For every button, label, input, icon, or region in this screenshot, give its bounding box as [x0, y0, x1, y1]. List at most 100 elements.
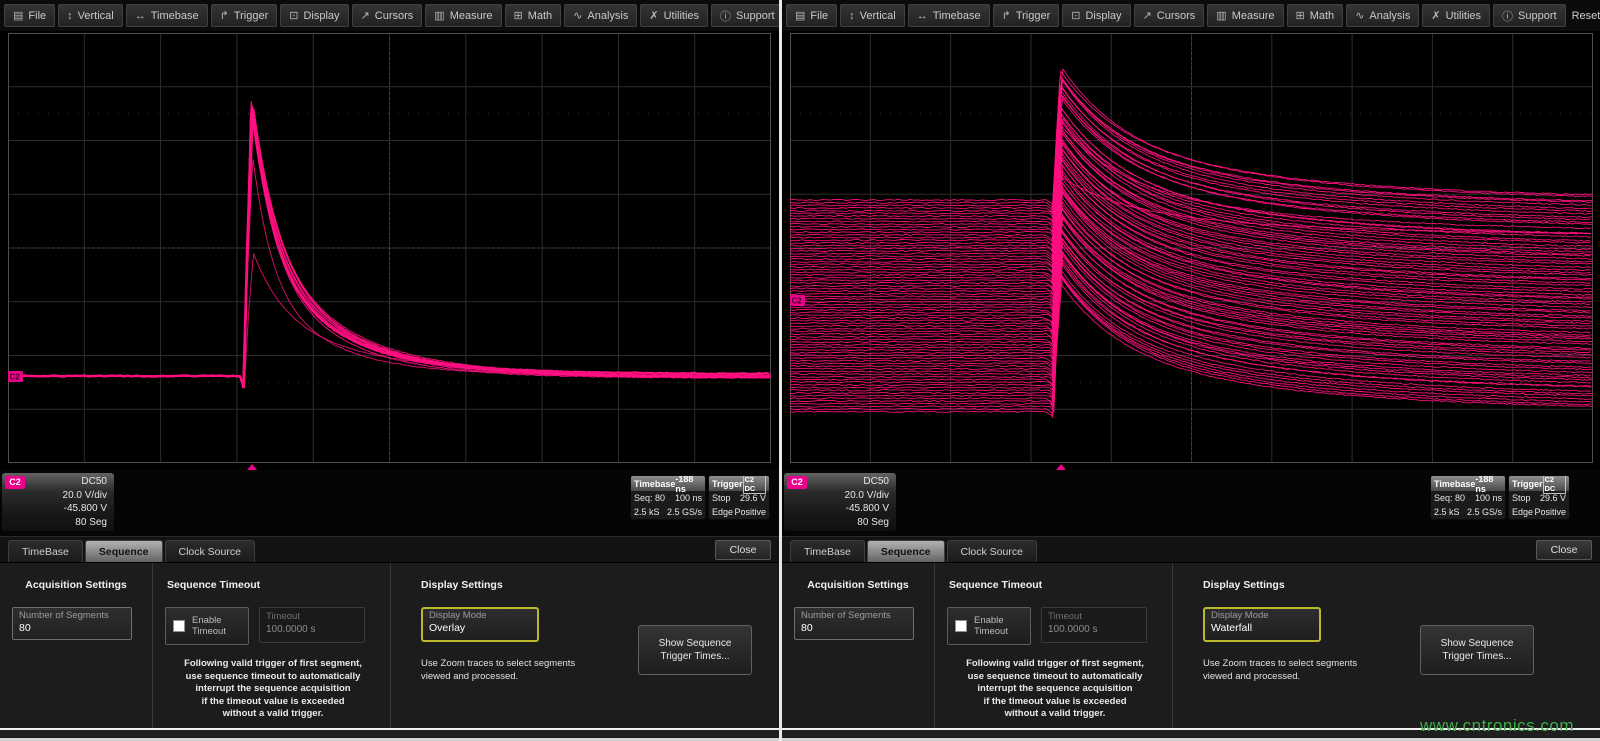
reset-button[interactable]: Reset: [1572, 10, 1600, 22]
menu-item-label: Analysis: [1369, 10, 1410, 22]
utilities-menu-item[interactable]: ✗Utilities: [1422, 4, 1490, 27]
vertical-menu-item[interactable]: ↕Vertical: [840, 4, 905, 27]
checkbox-icon[interactable]: [173, 620, 185, 632]
timebase-trigger-summary: Timebase -188 ns Seq: 80 100 ns 2.5 kS 2…: [630, 475, 770, 520]
menu-item-label: Math: [1310, 10, 1334, 22]
tab-timebase[interactable]: TimeBase: [8, 540, 83, 562]
channel-badge: C2: [5, 476, 25, 489]
measure-menu-item[interactable]: ▥Measure: [425, 4, 501, 27]
tab-sequence[interactable]: Sequence: [85, 540, 163, 562]
close-button[interactable]: Close: [715, 540, 771, 560]
timebase-descriptor[interactable]: Timebase -188 ns Seq: 80 100 ns 2.5 kS 2…: [1430, 475, 1506, 520]
vertical-menu-item[interactable]: ↕Vertical: [58, 4, 123, 27]
utilities-icon: ✗: [649, 9, 658, 22]
number-of-segments-field[interactable]: Number of Segments 80: [12, 607, 132, 640]
enable-timeout-checkbox[interactable]: Enable Timeout: [165, 607, 249, 645]
display-icon: ⊡: [289, 9, 298, 22]
timebase-seq: Seq: 80: [634, 493, 665, 503]
display-mode-value: Waterfall: [1211, 622, 1313, 635]
checkbox-icon[interactable]: [955, 620, 967, 632]
trigger-descriptor[interactable]: Trigger C2 DC Stop 29.6 V Edge Positive: [1508, 475, 1570, 520]
scope-display-waterfall[interactable]: C2: [790, 33, 1593, 471]
timebase-descriptor[interactable]: Timebase -188 ns Seq: 80 100 ns 2.5 kS 2…: [630, 475, 706, 520]
cursors-menu-item[interactable]: ↗Cursors: [352, 4, 423, 27]
cursors-menu-item[interactable]: ↗Cursors: [1134, 4, 1205, 27]
timebase-seq: Seq: 80: [1434, 493, 1465, 503]
trigger-menu-item[interactable]: ↱Trigger: [211, 4, 278, 27]
support-menu-item[interactable]: ⓘSupport: [711, 4, 779, 27]
timebase-menu-item[interactable]: ↔Timebase: [908, 4, 990, 27]
display-settings-section: Display Settings Display Mode Waterfall …: [1172, 563, 1600, 728]
trigger-type: Edge: [1512, 507, 1533, 517]
display-settings-title: Display Settings: [421, 579, 593, 591]
close-button[interactable]: Close: [1536, 540, 1592, 560]
enable-timeout-checkbox[interactable]: Enable Timeout: [947, 607, 1031, 645]
measure-menu-item[interactable]: ▥Measure: [1207, 4, 1283, 27]
menu-item-label: Measure: [450, 10, 493, 22]
svg-text:C2: C2: [10, 373, 21, 382]
show-sequence-trigger-times-button[interactable]: Show Sequence Trigger Times...: [638, 625, 752, 675]
trigger-descriptor[interactable]: Trigger C2 DC Stop 29.6 V Edge Positive: [708, 475, 770, 520]
trigger-source-badge: C2 DC: [743, 475, 766, 494]
support-menu-item[interactable]: ⓘSupport: [1493, 4, 1566, 27]
timebase-menu-item[interactable]: ↔Timebase: [126, 4, 208, 27]
timebase-samples: 2.5 kS: [1434, 507, 1460, 517]
timeout-field[interactable]: Timeout 100.0000 s: [1041, 607, 1147, 643]
support-icon: ⓘ: [720, 8, 731, 24]
tab-timebase[interactable]: TimeBase: [790, 540, 865, 562]
timeout-field[interactable]: Timeout 100.0000 s: [259, 607, 365, 643]
watermark: www.cntronics.com: [1420, 716, 1574, 736]
display-settings-section: Display Settings Display Mode Overlay Us…: [390, 563, 779, 728]
support-icon: ⓘ: [1502, 8, 1513, 24]
tab-clock-source[interactable]: Clock Source: [947, 540, 1037, 562]
waveform-trace: [8, 116, 770, 389]
trigger-icon: ↱: [220, 9, 229, 22]
trigger-slope: Positive: [734, 507, 766, 517]
tab-sequence[interactable]: Sequence: [867, 540, 945, 562]
channel-segments: 80 Seg: [2, 516, 107, 530]
scope-display-overlay[interactable]: C2: [8, 33, 771, 471]
analysis-menu-item[interactable]: ∿Analysis: [564, 4, 637, 27]
sequence-dialog: Acquisition Settings Number of Segments …: [0, 562, 779, 728]
display-menu-item[interactable]: ⊡Display: [280, 4, 348, 27]
trigger-menu-item[interactable]: ↱Trigger: [993, 4, 1060, 27]
timebase-delay: -188 ns: [675, 475, 702, 494]
tab-clock-source[interactable]: Clock Source: [165, 540, 255, 562]
menu-item-label: File: [810, 10, 828, 22]
math-icon: ⊞: [514, 9, 523, 22]
display-mode-select[interactable]: Display Mode Waterfall: [1203, 607, 1321, 642]
waveform-region-waterfall[interactable]: C2: [782, 31, 1600, 470]
math-menu-item[interactable]: ⊞Math: [1287, 4, 1344, 27]
bottom-strip: [0, 728, 779, 741]
timeout-value: 100.0000 s: [1048, 623, 1140, 636]
sequence-timeout-title: Sequence Timeout: [167, 579, 390, 591]
number-of-segments-label: Number of Segments: [801, 610, 907, 622]
timeout-value: 100.0000 s: [266, 623, 358, 636]
analysis-menu-item[interactable]: ∿Analysis: [1346, 4, 1419, 27]
display-mode-select[interactable]: Display Mode Overlay: [421, 607, 539, 642]
channel-offset: -45.800 V: [784, 502, 889, 516]
enable-timeout-label: Enable Timeout: [192, 615, 226, 638]
utilities-menu-item[interactable]: ✗Utilities: [640, 4, 708, 27]
analysis-icon: ∿: [573, 9, 582, 22]
display-mode-value: Overlay: [429, 622, 531, 635]
menu-bar: ▤File↕Vertical↔Timebase↱Trigger⊡Display↗…: [0, 0, 779, 31]
file-menu-item[interactable]: ▤File: [4, 4, 55, 27]
show-sequence-trigger-times-button[interactable]: Show Sequence Trigger Times...: [1420, 625, 1534, 675]
menu-item-label: Cursors: [375, 10, 414, 22]
trigger-type: Edge: [712, 507, 733, 517]
number-of-segments-field[interactable]: Number of Segments 80: [794, 607, 914, 640]
vertical-icon: ↕: [67, 10, 73, 22]
menu-item-label: Display: [1085, 10, 1121, 22]
menu-item-label: File: [28, 10, 46, 22]
vertical-icon: ↕: [849, 10, 855, 22]
channel-descriptor-c2[interactable]: C2 DC50 20.0 V/div -45.800 V 80 Seg: [784, 473, 896, 531]
channel-descriptor-c2[interactable]: C2 DC50 20.0 V/div -45.800 V 80 Seg: [2, 473, 114, 531]
acquisition-settings-title: Acquisition Settings: [782, 579, 934, 591]
scope-panel-waterfall: ▤File↕Vertical↔Timebase↱Trigger⊡Display↗…: [782, 0, 1600, 741]
file-menu-item[interactable]: ▤File: [786, 4, 837, 27]
timeout-label: Timeout: [266, 611, 358, 623]
display-menu-item[interactable]: ⊡Display: [1062, 4, 1130, 27]
waveform-region-overlay[interactable]: C2: [0, 31, 779, 470]
math-menu-item[interactable]: ⊞Math: [505, 4, 562, 27]
